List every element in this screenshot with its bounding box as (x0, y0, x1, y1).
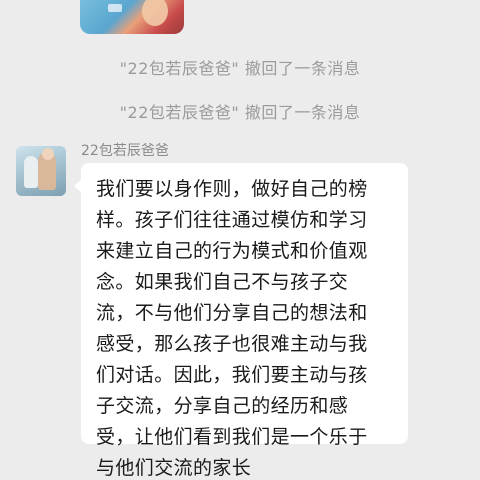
message-text-line: 流，不与他们分享自己的想法和 (96, 302, 368, 324)
sender-avatar[interactable] (16, 146, 66, 196)
message-text-line: 样。孩子们往往通过模仿和学习 (96, 209, 368, 231)
avatar-figure (24, 156, 38, 188)
message-text-line: 感受，那么孩子也很难主动与我 (96, 333, 368, 355)
image-content (142, 0, 168, 26)
message-bubble[interactable]: 我们要以身作则，做好自己的榜 样。孩子们往往通过模仿和学习 来建立自己的行为模式… (74, 163, 408, 479)
image-message-thumbnail[interactable] (80, 0, 184, 34)
message-text-line: 与他们交流的家长 (96, 457, 252, 479)
avatar-figure-head (42, 148, 54, 160)
message-text-line: 我们要以身作则，做好自己的榜 (96, 178, 368, 200)
message-text-line: 们对话。因此，我们要主动与孩 (96, 364, 368, 386)
message-text-line: 来建立自己的行为模式和价值观 (96, 240, 368, 262)
message-text-line: 念。如果我们自己不与孩子交 (96, 271, 349, 293)
image-watermark (108, 4, 122, 12)
recall-notice: "22包若辰爸爸" 撤回了一条消息 (119, 59, 361, 78)
recall-notice: "22包若辰爸爸" 撤回了一条消息 (119, 103, 361, 122)
chat-window: "22包若辰爸爸" 撤回了一条消息 "22包若辰爸爸" 撤回了一条消息 22包若… (0, 0, 480, 480)
message-text-line: 受，让他们看到我们是一个乐于 (96, 426, 368, 448)
message-text-line: 子交流，分享自己的经历和感 (96, 395, 349, 417)
sender-name: 22包若辰爸爸 (81, 143, 169, 159)
